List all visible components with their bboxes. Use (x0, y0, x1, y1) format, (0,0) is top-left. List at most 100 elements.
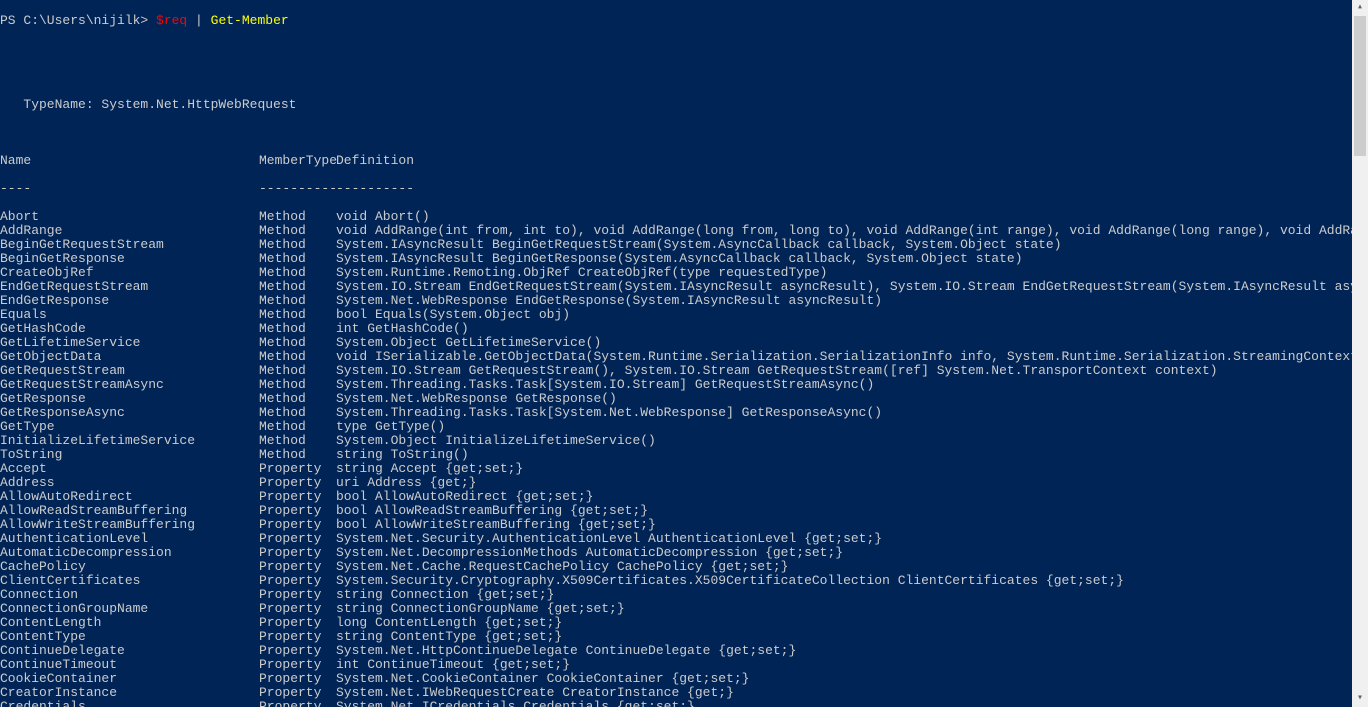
prompt-line: PS C:\Users\nijilk> $req | Get-Member (0, 14, 1352, 28)
header-type: MemberType (259, 154, 336, 168)
member-type: Method (259, 434, 336, 448)
member-name: Abort (0, 210, 259, 224)
table-row: CreatorInstancePropertySystem.Net.IWebRe… (0, 686, 1352, 700)
member-type: Method (259, 252, 336, 266)
member-name: GetType (0, 420, 259, 434)
blank-line (0, 42, 1352, 56)
blank-line (0, 70, 1352, 84)
table-row: ConnectionGroupNamePropertystring Connec… (0, 602, 1352, 616)
member-definition: bool AllowReadStreamBuffering {get;set;} (336, 504, 648, 518)
member-definition: System.Threading.Tasks.Task[System.IO.St… (336, 378, 874, 392)
member-name: BeginGetResponse (0, 252, 259, 266)
member-definition: string Accept {get;set;} (336, 462, 523, 476)
member-type: Method (259, 406, 336, 420)
table-row: ToStringMethodstring ToString() (0, 448, 1352, 462)
member-definition: string ConnectionGroupName {get;set;} (336, 602, 625, 616)
table-row: CredentialsPropertySystem.Net.ICredentia… (0, 700, 1352, 707)
scrollbar[interactable]: ▴ ▾ (1352, 0, 1368, 707)
table-row: CachePolicyPropertySystem.Net.Cache.Requ… (0, 560, 1352, 574)
member-type: Method (259, 350, 336, 364)
member-name: CreatorInstance (0, 686, 259, 700)
member-type: Property (259, 490, 336, 504)
member-type: Method (259, 280, 336, 294)
member-name: Accept (0, 462, 259, 476)
member-name: GetObjectData (0, 350, 259, 364)
table-row: EndGetResponseMethodSystem.Net.WebRespon… (0, 294, 1352, 308)
member-definition: void AddRange(int from, int to), void Ad… (336, 224, 1352, 238)
prompt-variable: $req (156, 13, 187, 28)
member-definition: string Connection {get;set;} (336, 588, 554, 602)
table-row: GetObjectDataMethodvoid ISerializable.Ge… (0, 350, 1352, 364)
member-definition: System.Net.WebResponse EndGetResponse(Sy… (336, 294, 882, 308)
member-definition: System.Net.ICredentials Credentials {get… (336, 700, 695, 707)
member-name: AllowWriteStreamBuffering (0, 518, 259, 532)
member-definition: string ToString() (336, 448, 469, 462)
member-type: Property (259, 588, 336, 602)
member-definition: System.IO.Stream GetRequestStream(), Sys… (336, 364, 1218, 378)
prompt-command: Get-Member (211, 13, 289, 28)
prompt-pipe: | (187, 13, 210, 28)
table-row: EqualsMethodbool Equals(System.Object ob… (0, 308, 1352, 322)
member-definition: System.Threading.Tasks.Task[System.Net.W… (336, 406, 882, 420)
member-type: Method (259, 224, 336, 238)
member-type: Method (259, 308, 336, 322)
table-row: ContentTypePropertystring ContentType {g… (0, 630, 1352, 644)
member-type: Property (259, 560, 336, 574)
member-name: ContentType (0, 630, 259, 644)
member-type: Method (259, 448, 336, 462)
member-name: Address (0, 476, 259, 490)
member-definition: uri Address {get;} (336, 476, 476, 490)
table-row: GetHashCodeMethodint GetHashCode() (0, 322, 1352, 336)
member-definition: int GetHashCode() (336, 322, 469, 336)
table-row: ContinueDelegatePropertySystem.Net.HttpC… (0, 644, 1352, 658)
table-row: GetTypeMethodtype GetType() (0, 420, 1352, 434)
scroll-up-button[interactable]: ▴ (1352, 0, 1368, 16)
member-definition: void ISerializable.GetObjectData(System.… (336, 350, 1352, 364)
member-name: AuthenticationLevel (0, 532, 259, 546)
member-definition: type GetType() (336, 420, 445, 434)
member-name: GetRequestStream (0, 364, 259, 378)
member-name: GetResponseAsync (0, 406, 259, 420)
table-row: AcceptPropertystring Accept {get;set;} (0, 462, 1352, 476)
member-name: AllowReadStreamBuffering (0, 504, 259, 518)
table-row: GetLifetimeServiceMethodSystem.Object Ge… (0, 336, 1352, 350)
table-row: AutomaticDecompressionPropertySystem.Net… (0, 546, 1352, 560)
member-type: Property (259, 658, 336, 672)
member-name: BeginGetRequestStream (0, 238, 259, 252)
table-row: ClientCertificatesPropertySystem.Securit… (0, 574, 1352, 588)
member-type: Method (259, 294, 336, 308)
member-name: GetRequestStreamAsync (0, 378, 259, 392)
member-type: Property (259, 630, 336, 644)
member-definition: System.Security.Cryptography.X509Certifi… (336, 574, 1124, 588)
table-row: AllowAutoRedirectPropertybool AllowAutoR… (0, 490, 1352, 504)
table-row: AddressPropertyuri Address {get;} (0, 476, 1352, 490)
table-row: GetResponseAsyncMethodSystem.Threading.T… (0, 406, 1352, 420)
table-row: AllowWriteStreamBufferingPropertybool Al… (0, 518, 1352, 532)
member-name: ClientCertificates (0, 574, 259, 588)
table-body: AbortMethodvoid Abort()AddRangeMethodvoi… (0, 210, 1352, 707)
terminal-output[interactable]: PS C:\Users\nijilk> $req | Get-Member Ty… (0, 0, 1352, 707)
member-name: ContentLength (0, 616, 259, 630)
divider-name: ---- (0, 182, 259, 196)
member-definition: bool Equals(System.Object obj) (336, 308, 570, 322)
member-definition: long ContentLength {get;set;} (336, 616, 562, 630)
header-definition: Definition (336, 154, 414, 168)
member-name: ConnectionGroupName (0, 602, 259, 616)
member-name: GetLifetimeService (0, 336, 259, 350)
scroll-down-button[interactable]: ▾ (1352, 691, 1368, 707)
member-type: Property (259, 532, 336, 546)
scroll-thumb[interactable] (1354, 16, 1366, 156)
member-type: Method (259, 364, 336, 378)
member-name: ContinueTimeout (0, 658, 259, 672)
table-row: AbortMethodvoid Abort() (0, 210, 1352, 224)
member-type: Property (259, 462, 336, 476)
prompt-prefix: PS C:\Users\nijilk> (0, 13, 156, 28)
member-name: GetResponse (0, 392, 259, 406)
member-definition: System.Runtime.Remoting.ObjRef CreateObj… (336, 266, 827, 280)
table-header: NameMemberTypeDefinition (0, 154, 1352, 168)
table-row: GetRequestStreamAsyncMethodSystem.Thread… (0, 378, 1352, 392)
divider-def: ---------- (336, 182, 414, 196)
member-definition: void Abort() (336, 210, 430, 224)
table-row: ContinueTimeoutPropertyint ContinueTimeo… (0, 658, 1352, 672)
member-name: CookieContainer (0, 672, 259, 686)
